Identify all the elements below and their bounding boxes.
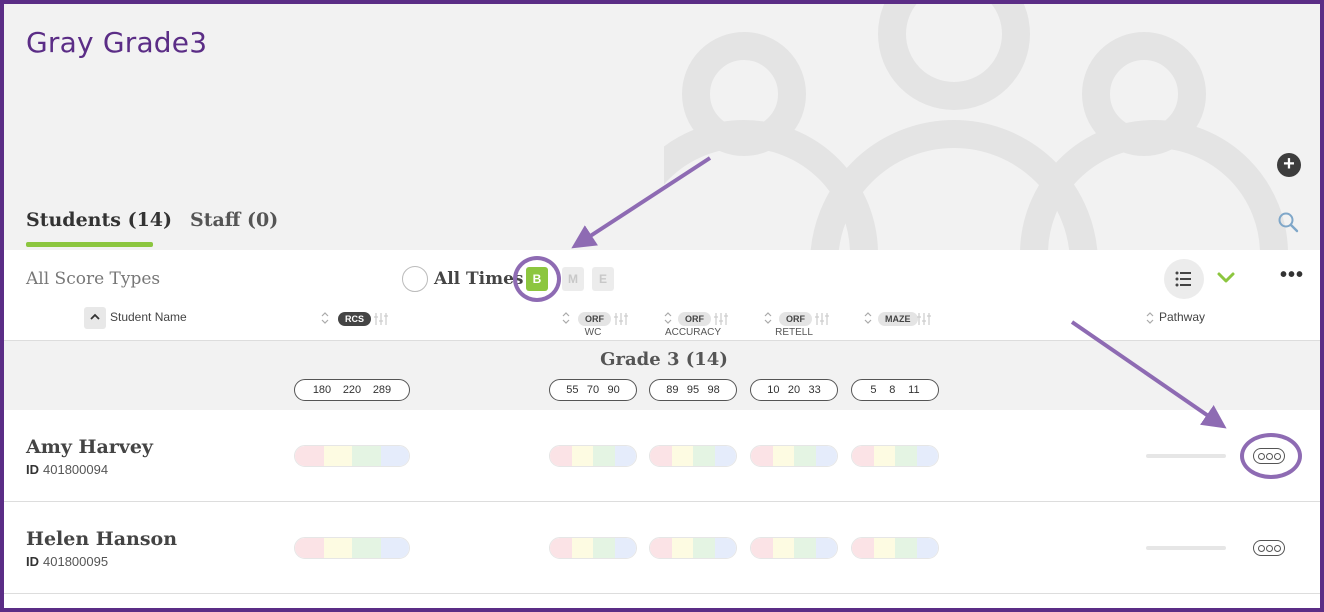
benchmark-value: 220: [342, 384, 362, 396]
wc-score-cell[interactable]: [549, 445, 637, 467]
id-value: 401800095: [43, 554, 109, 569]
period-e-button[interactable]: E: [592, 267, 614, 291]
column-orf-wc[interactable]: ORF: [578, 311, 611, 326]
tab-students[interactable]: Students (14): [26, 209, 172, 231]
column-orf-accuracy[interactable]: ORF: [678, 311, 711, 326]
grade-group-header: Grade 3 (14) 180 220 289 55 70 90 89 95 …: [4, 340, 1320, 410]
benchmark-value: 95: [686, 384, 700, 396]
sort-icon[interactable]: [863, 310, 873, 326]
filter-sliders-icon[interactable]: [714, 313, 728, 325]
sort-student-name-button[interactable]: [84, 307, 106, 329]
tab-staff[interactable]: Staff (0): [190, 209, 278, 231]
student-id: ID 401800095: [26, 554, 108, 569]
wc-score-cell[interactable]: [549, 537, 637, 559]
filter-sliders-icon[interactable]: [374, 313, 388, 325]
student-row[interactable]: Amy Harvey ID 401800094: [4, 410, 1320, 502]
orf-badge: ORF: [779, 312, 812, 326]
wc-label: WC: [584, 327, 602, 338]
plus-circle-icon[interactable]: +: [1277, 153, 1301, 177]
benchmark-value: 180: [312, 384, 332, 396]
grade-group-title: Grade 3 (14): [600, 349, 728, 370]
id-label: ID: [26, 554, 39, 569]
accuracy-benchmark-scale: 89 95 98: [649, 379, 737, 401]
sort-icon[interactable]: [561, 310, 571, 326]
maze-score-cell[interactable]: [851, 445, 939, 467]
app-frame: Gray Grade3 + Students (14) Staff (0) Al…: [0, 0, 1324, 612]
page-title: Gray Grade3: [26, 26, 208, 59]
column-pathway[interactable]: Pathway: [1159, 310, 1205, 324]
rcs-score-cell[interactable]: [294, 445, 410, 467]
id-value: 401800094: [43, 462, 109, 477]
benchmark-value: 289: [372, 384, 392, 396]
sort-icon[interactable]: [1145, 310, 1155, 326]
active-tab-indicator: [26, 242, 153, 247]
column-maze[interactable]: MAZE: [878, 311, 918, 326]
benchmark-value: 10: [767, 384, 780, 396]
filter-sliders-icon[interactable]: [815, 313, 829, 325]
student-id: ID 401800094: [26, 462, 108, 477]
class-header: Gray Grade3 + Students (14) Staff (0): [4, 4, 1320, 250]
sort-icon[interactable]: [320, 310, 330, 326]
filter-sliders-icon[interactable]: [917, 313, 931, 325]
all-times-label: All Times: [434, 269, 524, 289]
filter-sliders-icon[interactable]: [614, 313, 628, 325]
rcs-score-cell[interactable]: [294, 537, 410, 559]
orf-badge: ORF: [578, 312, 611, 326]
column-rcs[interactable]: RCS: [338, 311, 372, 326]
pathway-icon[interactable]: [1253, 540, 1285, 556]
list-icon: [1175, 271, 1191, 287]
rcs-benchmark-scale: 180 220 289: [294, 379, 410, 401]
sort-up-icon: [90, 313, 100, 320]
benchmark-value: 55: [566, 384, 579, 396]
column-orf-retell[interactable]: ORF: [779, 311, 812, 326]
benchmark-value: 8: [889, 384, 896, 396]
retell-score-cell[interactable]: [750, 537, 838, 559]
orf-badge: ORF: [678, 312, 711, 326]
column-student-name[interactable]: Student Name: [110, 310, 187, 324]
rcs-badge: RCS: [338, 312, 372, 326]
search-icon[interactable]: [1276, 210, 1300, 234]
highlight-circle: [513, 256, 561, 302]
student-name[interactable]: Helen Hanson: [26, 528, 177, 550]
accuracy-label: ACCURACY: [664, 327, 722, 338]
student-name[interactable]: Amy Harvey: [26, 436, 153, 458]
accuracy-score-cell[interactable]: [649, 445, 737, 467]
pathway-progress-bar: [1146, 546, 1226, 550]
accuracy-score-cell[interactable]: [649, 537, 737, 559]
retell-score-cell[interactable]: [750, 445, 838, 467]
benchmark-value: 5: [870, 384, 877, 396]
list-view-button[interactable]: [1164, 259, 1204, 299]
sort-icon[interactable]: [763, 310, 773, 326]
benchmark-value: 70: [586, 384, 600, 396]
more-dots-icon[interactable]: •••: [1280, 264, 1304, 287]
benchmark-value: 20: [787, 384, 801, 396]
student-row[interactable]: Helen Hanson ID 401800095: [4, 502, 1320, 594]
maze-benchmark-scale: 5 8 11: [851, 379, 939, 401]
highlight-circle: [1240, 433, 1302, 479]
maze-score-cell[interactable]: [851, 537, 939, 559]
wc-benchmark-scale: 55 70 90: [549, 379, 637, 401]
all-times-radio[interactable]: [402, 266, 428, 292]
benchmark-value: 11: [908, 384, 920, 396]
people-illustration: [664, 4, 1288, 250]
retell-benchmark-scale: 10 20 33: [750, 379, 838, 401]
score-toolbar: All Score Types All Times B M E ••• Stud…: [4, 250, 1320, 340]
pathway-progress-bar: [1146, 454, 1226, 458]
maze-badge: MAZE: [878, 312, 918, 326]
id-label: ID: [26, 462, 39, 477]
sort-icon[interactable]: [663, 310, 673, 326]
chevron-down-icon[interactable]: [1216, 268, 1236, 288]
benchmark-value: 33: [808, 384, 821, 396]
benchmark-value: 89: [666, 384, 679, 396]
benchmark-value: 90: [607, 384, 620, 396]
retell-label: RETELL: [775, 327, 813, 338]
benchmark-value: 98: [707, 384, 720, 396]
score-types-dropdown[interactable]: All Score Types: [26, 269, 160, 289]
period-m-button[interactable]: M: [562, 267, 584, 291]
